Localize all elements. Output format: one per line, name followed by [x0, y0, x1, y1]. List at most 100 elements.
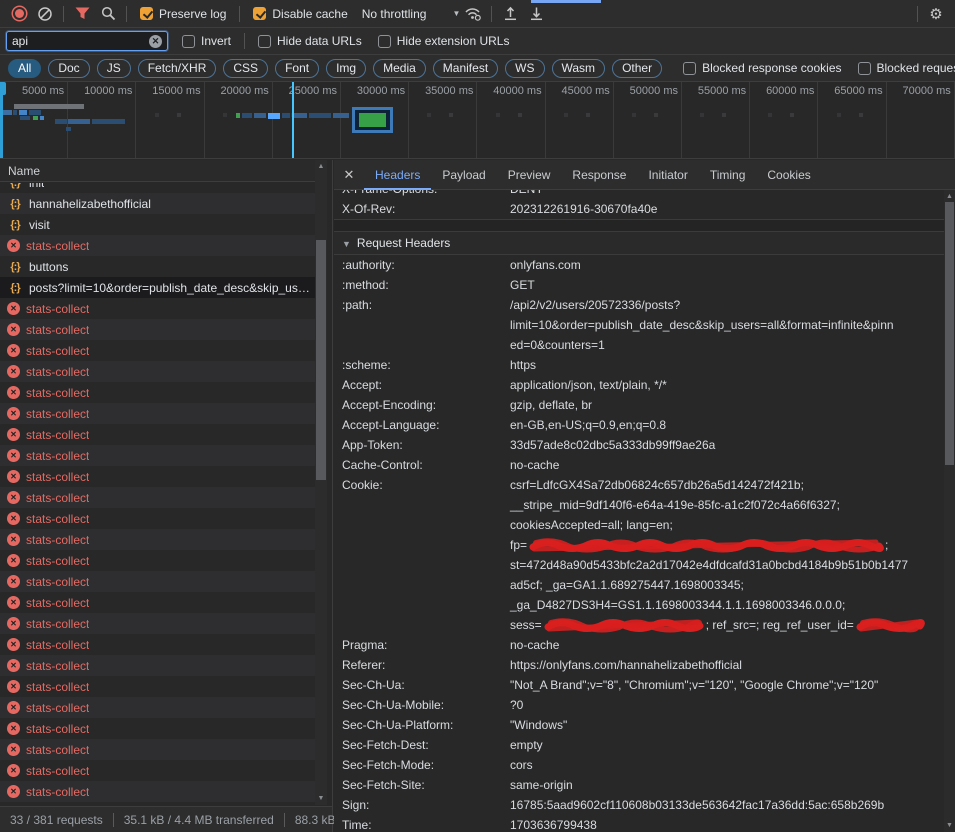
header-name: Sec-Fetch-Dest:	[342, 735, 510, 755]
json-fetch-icon: {:}	[7, 261, 23, 273]
request-row-stats-collect[interactable]: ✕stats-collect	[0, 424, 316, 445]
waterfall-overview[interactable]: 5000 ms10000 ms15000 ms20000 ms25000 ms3…	[0, 82, 955, 159]
request-name: stats-collect	[26, 470, 89, 484]
error-icon: ✕	[7, 722, 20, 735]
waterfall-bar	[333, 113, 349, 118]
request-row-stats-collect[interactable]: ✕ stats-collect	[0, 466, 316, 487]
request-row-stats-collect[interactable]: ✕stats-collect	[0, 697, 316, 718]
type-filter-other[interactable]: Other	[612, 59, 662, 78]
request-name: stats-collect	[26, 449, 89, 463]
search-button[interactable]	[95, 2, 121, 26]
type-filter-js[interactable]: JS	[97, 59, 131, 78]
tab-payload[interactable]: Payload	[431, 160, 496, 190]
scroll-down-icon[interactable]: ▼	[944, 822, 955, 829]
tab-cookies[interactable]: Cookies	[756, 160, 821, 190]
throttling-select[interactable]: No throttling ▼	[362, 7, 461, 21]
request-row-stats-collect[interactable]: ✕stats-collect	[0, 781, 316, 802]
request-row-stats-collect[interactable]: ✕stats-collect	[0, 655, 316, 676]
header-value: "Not_A Brand";v="8", "Chromium";v="120",…	[510, 675, 944, 695]
request-row-hannahelizabethofficial[interactable]: {:}hannahelizabethofficial	[0, 193, 316, 214]
header-row-x-frame-options: X-Frame-Options:DENY	[334, 190, 944, 199]
type-filter-ws[interactable]: WS	[505, 59, 544, 78]
cookie-text: ;	[885, 538, 888, 552]
network-conditions-button[interactable]	[460, 2, 486, 26]
tab-response[interactable]: Response	[561, 160, 637, 190]
tab-initiator[interactable]: Initiator	[637, 160, 698, 190]
request-row-stats-collect[interactable]: ✕stats-collect	[0, 382, 316, 403]
request-row-init[interactable]: {:}init	[0, 183, 316, 193]
error-icon: ✕	[7, 659, 20, 672]
export-har-button[interactable]	[523, 2, 549, 26]
request-row-stats-collect[interactable]: ✕stats-collect	[0, 235, 316, 256]
type-filter-wasm[interactable]: Wasm	[552, 59, 606, 78]
request-row-stats-collect[interactable]: ✕stats-collect	[0, 340, 316, 361]
invert-checkbox[interactable]: Invert	[182, 34, 231, 48]
type-filter-media[interactable]: Media	[373, 59, 426, 78]
request-headers-section[interactable]: ▼Request Headers	[334, 231, 944, 255]
overview-window-handle-grip[interactable]	[0, 82, 6, 95]
filter-toggle-button[interactable]	[69, 2, 95, 26]
request-row-stats-collect[interactable]: ✕stats-collect	[0, 676, 316, 697]
request-row-buttons[interactable]: {:}buttons	[0, 256, 316, 277]
checkbox-checked-icon	[140, 7, 153, 20]
type-filter-all[interactable]: All	[8, 59, 41, 78]
filter-input[interactable]: api ✕	[6, 31, 168, 51]
request-row-stats-collect[interactable]: ✕stats-collect	[0, 445, 316, 466]
request-row-stats-collect[interactable]: ✕stats-collect	[0, 634, 316, 655]
type-filter-doc[interactable]: Doc	[48, 59, 89, 78]
hide-data-urls-checkbox[interactable]: Hide data URLs	[258, 34, 362, 48]
blocked-requests-checkbox[interactable]: Blocked requests	[858, 61, 955, 75]
scroll-down-icon[interactable]: ▼	[315, 795, 327, 802]
tab-headers[interactable]: Headers	[364, 160, 431, 190]
error-icon: ✕	[7, 302, 20, 315]
waterfall-bar	[68, 119, 90, 124]
request-row-stats-collect[interactable]: ✕stats-collect	[0, 550, 316, 571]
type-filter-manifest[interactable]: Manifest	[433, 59, 498, 78]
checkbox-unchecked-icon	[258, 35, 271, 48]
detail-scrollbar[interactable]: ▲ ▼	[944, 190, 955, 832]
import-har-button[interactable]	[497, 2, 523, 26]
disable-cache-checkbox[interactable]: Disable cache	[253, 7, 347, 21]
request-row-stats-collect[interactable]: ✕stats-collect	[0, 760, 316, 781]
blocked-response-cookies-checkbox[interactable]: Blocked response cookies	[683, 61, 841, 75]
scrollbar-thumb[interactable]	[316, 240, 326, 480]
type-filter-fetch-xhr[interactable]: Fetch/XHR	[138, 59, 217, 78]
request-row-stats-collect[interactable]: ✕stats-collect	[0, 613, 316, 634]
request-row-stats-collect[interactable]: ✕stats-collect	[0, 592, 316, 613]
name-column-header[interactable]: Name	[0, 160, 315, 182]
scrollbar-thumb[interactable]	[945, 202, 954, 465]
request-row-stats-collect[interactable]: ✕stats-collect	[0, 739, 316, 760]
requests-scrollbar[interactable]: ▲ ▼	[315, 160, 327, 805]
request-row-stats-collect[interactable]: ✕stats-collect	[0, 487, 316, 508]
hide-extension-urls-checkbox[interactable]: Hide extension URLs	[378, 34, 510, 48]
request-row-stats-collect[interactable]: ✕stats-collect	[0, 361, 316, 382]
scroll-up-icon[interactable]: ▲	[315, 163, 327, 170]
request-row-stats-collect[interactable]: ✕stats-collect	[0, 298, 316, 319]
preserve-log-checkbox[interactable]: Preserve log	[140, 7, 226, 21]
request-row-stats-collect[interactable]: ✕stats-collect	[0, 403, 316, 424]
clear-filter-icon[interactable]: ✕	[149, 35, 162, 48]
tab-timing[interactable]: Timing	[699, 160, 757, 190]
tab-preview[interactable]: Preview	[497, 160, 562, 190]
close-detail-icon[interactable]: ✕	[334, 167, 364, 183]
type-filter-font[interactable]: Font	[275, 59, 319, 78]
header-value-line: cookiesAccepted=all; lang=en;	[510, 515, 944, 535]
waterfall-dot	[700, 113, 704, 117]
clear-button[interactable]	[32, 2, 58, 26]
scroll-up-icon[interactable]: ▲	[944, 193, 955, 200]
settings-gear-icon[interactable]: ⚙	[923, 2, 949, 26]
requests-panel: Name {:}init{:}hannahelizabethofficial{:…	[0, 160, 333, 832]
request-row-stats-collect[interactable]: ✕stats-collect	[0, 529, 316, 550]
request-row-posts-limit-10-order-publish-date-desc-s[interactable]: {:}posts?limit=10&order=publish_date_des…	[0, 277, 316, 298]
error-icon: ✕	[7, 470, 20, 483]
request-row-stats-collect[interactable]: ✕stats-collect	[0, 571, 316, 592]
type-filter-css[interactable]: CSS	[223, 59, 268, 78]
type-filter-img[interactable]: Img	[326, 59, 366, 78]
request-row-visit[interactable]: {:}visit	[0, 214, 316, 235]
record-button[interactable]	[6, 2, 32, 26]
request-row-stats-collect[interactable]: ✕stats-collect	[0, 718, 316, 739]
request-row-stats-collect[interactable]: ✕stats-collect	[0, 319, 316, 340]
request-name: stats-collect	[26, 344, 89, 358]
request-name: stats-collect	[26, 743, 89, 757]
request-row-stats-collect[interactable]: ✕stats-collect	[0, 508, 316, 529]
